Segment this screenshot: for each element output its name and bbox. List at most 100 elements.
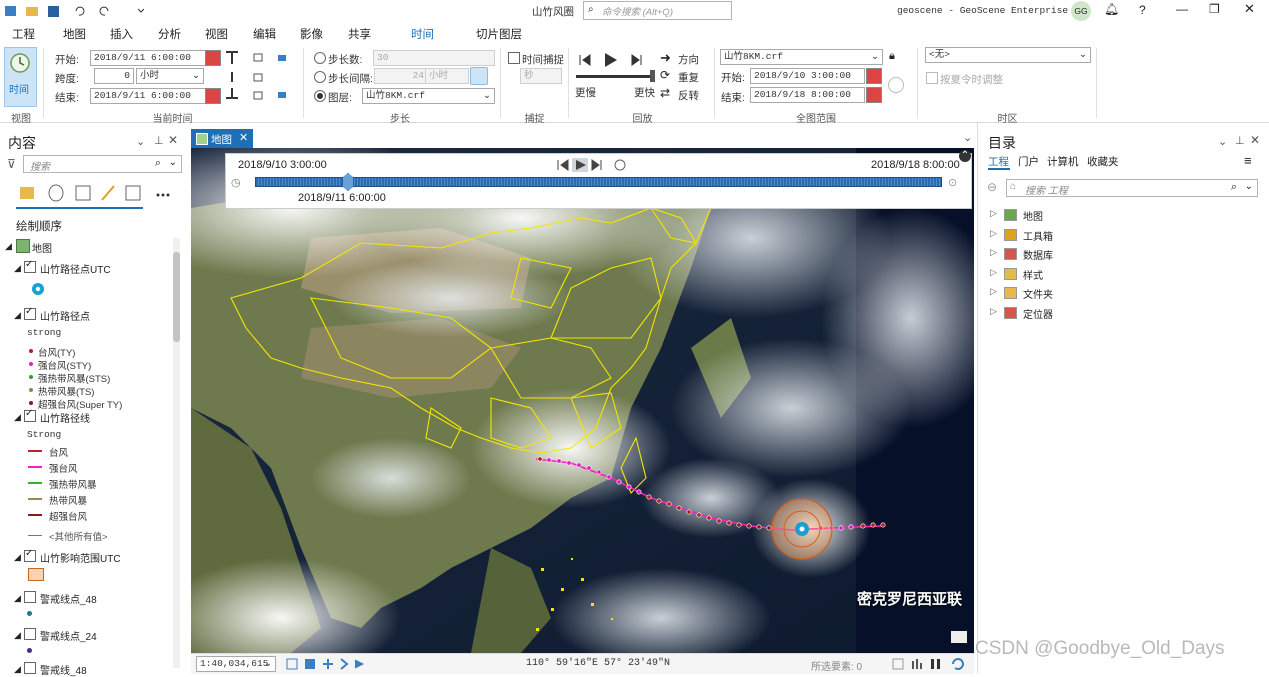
catalog-item[interactable]: ▷ 定位器 [990, 305, 1190, 321]
layer-visibility-checkbox[interactable] [24, 306, 36, 320]
slider-track[interactable] [255, 177, 942, 187]
catalog-item[interactable]: ▷ 数据库 [990, 246, 1190, 262]
chevron-down-icon[interactable]: ⌄ [963, 131, 972, 144]
catalog-tab-computer[interactable]: 计算机 [1047, 154, 1079, 169]
snap-unit-select[interactable]: 秒 [520, 68, 562, 84]
layer-visibility-checkbox[interactable] [24, 662, 36, 674]
step-interval-field[interactable]: 24 [374, 68, 428, 84]
catalog-item[interactable]: ▷ 样式 [990, 266, 1190, 282]
repeat-icon[interactable]: ⟳ [660, 68, 670, 82]
expand-icon[interactable]: ▷ [990, 306, 997, 317]
hamburger-menu-icon[interactable]: ≡ [1244, 153, 1252, 168]
pane-menu-icon[interactable]: ⌄ [136, 135, 145, 148]
expand-icon[interactable]: ▷ [990, 247, 997, 258]
restore-button[interactable]: ❐ [1209, 2, 1220, 16]
calendar-icon[interactable] [205, 88, 221, 104]
scrollbar-thumb[interactable] [173, 252, 180, 342]
calendar-icon[interactable] [866, 68, 882, 84]
tab-analysis[interactable]: 分析 [158, 26, 181, 42]
help-button[interactable]: ? [1139, 3, 1146, 17]
dst-checkbox[interactable] [926, 72, 938, 84]
contents-scrollbar[interactable] [173, 238, 180, 668]
time-slider[interactable]: 2018/9/10 3:00:00 2018/9/18 8:00:00 ◷ ⊙ … [225, 153, 972, 209]
home-icon[interactable]: ⌂ [1010, 181, 1016, 192]
user-avatar[interactable]: GG [1071, 1, 1091, 21]
expand-icon[interactable]: ◢ [14, 593, 21, 604]
layer-visibility-checkbox[interactable] [24, 591, 36, 603]
attribution-icon[interactable] [951, 631, 967, 643]
playback-controls[interactable] [576, 50, 656, 70]
tab-edit[interactable]: 编辑 [253, 26, 276, 42]
timezone-select[interactable]: <无> ⌄ [925, 47, 1091, 63]
reverse-label[interactable]: 反转 [678, 88, 699, 103]
step-layer-select[interactable]: 山竹8KM.crf ⌄ [362, 88, 495, 104]
clock-icon[interactable]: ◷ [231, 176, 241, 189]
contents-search-box[interactable]: 搜索 ⌕ ⌄ [23, 155, 182, 173]
expand-icon[interactable]: ▷ [990, 286, 997, 297]
pin-icon[interactable]: ⊥ [154, 134, 164, 147]
direction-arrow-icon[interactable]: ➜ [660, 50, 671, 66]
toc-layer[interactable]: 山竹路径点UTC [40, 261, 111, 276]
expand-icon[interactable]: ◢ [14, 552, 21, 563]
tab-project[interactable]: 工程 [12, 26, 35, 42]
time-toggle-button[interactable]: 时间 [4, 47, 37, 107]
speed-slider[interactable] [576, 75, 652, 78]
toc-layer[interactable]: 山竹影响范围UTC [40, 550, 121, 565]
step-count-field[interactable]: 30 [373, 50, 495, 66]
command-search-box[interactable]: ⌕ 命令搜索 (Alt+Q) [583, 1, 732, 20]
back-icon[interactable]: ⊖ [987, 180, 997, 194]
tab-tile-layer[interactable]: 切片图层 [476, 26, 522, 42]
lock-icon[interactable]: 🔒︎ [889, 50, 895, 63]
slider-thumb[interactable] [342, 173, 354, 191]
tab-share[interactable]: 共享 [348, 26, 371, 42]
tab-insert[interactable]: 插入 [110, 26, 133, 42]
repeat-label[interactable]: 重复 [678, 70, 699, 85]
reset-extent-icon[interactable] [888, 77, 904, 93]
expand-icon[interactable]: ◢ [14, 310, 21, 321]
close-icon[interactable]: ✕ [168, 133, 178, 147]
minimize-button[interactable]: — [1176, 2, 1188, 16]
layer-visibility-checkbox[interactable] [24, 408, 36, 422]
expand-icon[interactable]: ◢ [5, 241, 12, 252]
layer-visibility-checkbox[interactable] [24, 259, 36, 273]
extent-layer-select[interactable]: 山竹8KM.crf ⌄ [720, 49, 883, 65]
time-snap-checkbox[interactable] [508, 52, 520, 64]
collapse-icon[interactable]: ⌃ [959, 150, 971, 162]
quick-access-toolbar[interactable] [4, 4, 144, 18]
tab-map[interactable]: 地图 [63, 26, 86, 42]
extent-start-field[interactable]: 2018/9/10 3:00:00 [750, 68, 865, 84]
pane-menu-icon[interactable]: ⌄ [1218, 135, 1227, 148]
expand-icon[interactable]: ◢ [14, 263, 21, 274]
pin-icon[interactable]: ⊥ [1235, 134, 1245, 147]
reverse-icon[interactable]: ⇄ [660, 86, 670, 100]
catalog-item[interactable]: ▷ 地图 [990, 207, 1190, 223]
toc-map[interactable]: 地图 [32, 240, 52, 255]
layer-visibility-checkbox[interactable] [24, 628, 36, 640]
close-icon[interactable]: ✕ [1250, 133, 1260, 147]
toc-layer[interactable]: 警戒线_48 [40, 662, 87, 677]
catalog-item[interactable]: ▷ 工具箱 [990, 227, 1190, 243]
map-view-tab[interactable]: 地图 ✕ [191, 129, 253, 148]
catalog-search-box[interactable]: ⌂ 搜索 工程 ⌕ ⌄ [1006, 179, 1258, 197]
step-interval-radio[interactable] [314, 71, 326, 83]
toc-layer[interactable]: 山竹路径线 [40, 410, 90, 425]
map-nav-tools[interactable] [285, 657, 385, 671]
map-canvas[interactable]: 密克罗尼西亚联 2018/9/10 3:00:00 2018/9/18 8:00… [191, 148, 974, 653]
toc-layer[interactable]: 警戒线点_48 [40, 591, 97, 606]
notification-bell-icon[interactable]: 🔔︎ [1104, 2, 1119, 16]
current-end-field[interactable]: 2018/9/11 6:00:00 [90, 88, 206, 104]
catalog-tab-project[interactable]: 工程 [988, 154, 1009, 169]
current-start-field[interactable]: 2018/9/11 6:00:00 [90, 50, 206, 66]
status-tools[interactable] [891, 657, 971, 671]
clock-icon[interactable] [470, 67, 488, 85]
tab-imagery[interactable]: 影像 [300, 26, 323, 42]
calendar-icon[interactable] [866, 87, 882, 103]
tab-view[interactable]: 视图 [205, 26, 228, 42]
expand-icon[interactable]: ◢ [14, 412, 21, 423]
span-field[interactable]: 0 [94, 68, 134, 84]
step-interval-unit-select[interactable]: 小时 [425, 68, 469, 84]
expand-icon[interactable]: ▷ [990, 267, 997, 278]
calendar-icon[interactable] [205, 50, 221, 66]
current-time-tools[interactable] [224, 50, 294, 106]
expand-icon[interactable]: ◢ [14, 664, 21, 675]
